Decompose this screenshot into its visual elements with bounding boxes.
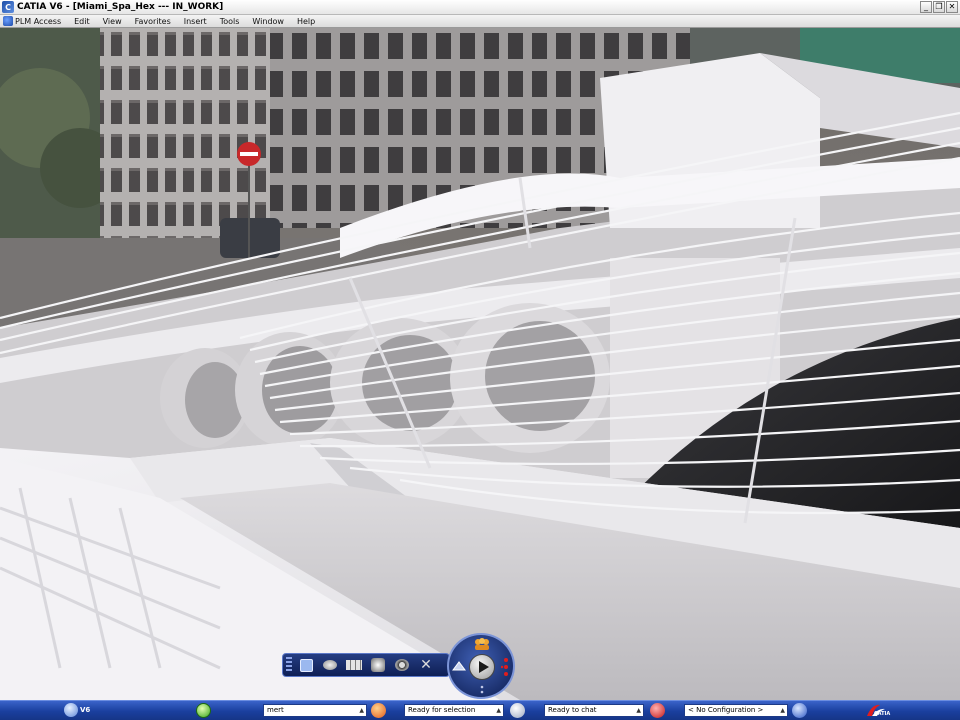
- chevron-up-icon[interactable]: ▲: [496, 705, 501, 716]
- chevron-up-icon[interactable]: ▲: [636, 705, 641, 716]
- help-icon[interactable]: [792, 703, 807, 718]
- menu-view[interactable]: View: [103, 17, 122, 26]
- v6-app-indicator[interactable]: V6: [64, 703, 90, 717]
- selection-status-text: Ready for selection: [408, 706, 476, 714]
- camera-button[interactable]: [393, 656, 411, 674]
- tools-icon[interactable]: ✕: [417, 656, 435, 674]
- navigation-compass[interactable]: [447, 633, 515, 699]
- selection-status-field[interactable]: Ready for selection ▲: [404, 704, 504, 717]
- play-button[interactable]: [469, 654, 495, 680]
- window-title-bar[interactable]: C CATIA V6 - [Miami_Spa_Hex --- IN_WORK]…: [0, 0, 960, 15]
- configuration-field[interactable]: < No Configuration > ▲: [684, 704, 788, 717]
- window-controls: _ ❐ ✕: [920, 1, 958, 13]
- v6-label: V6: [80, 706, 91, 714]
- multi-view-button[interactable]: [345, 656, 363, 674]
- rotate-view-button[interactable]: [321, 656, 339, 674]
- configuration-text: < No Configuration >: [688, 706, 764, 714]
- minimize-button[interactable]: _: [920, 1, 932, 13]
- chat-icon[interactable]: [650, 703, 665, 718]
- menu-plm-access[interactable]: PLM Access: [15, 17, 61, 26]
- dock-grip-handle[interactable]: [286, 657, 292, 673]
- rendered-scene: [0, 28, 960, 700]
- catia-logo-text: CATIA: [874, 711, 891, 717]
- v6-icon: [64, 703, 78, 717]
- power-input-icon[interactable]: [371, 703, 386, 718]
- shape-icon[interactable]: [452, 660, 466, 672]
- chevron-up-icon[interactable]: ▲: [780, 705, 785, 716]
- menu-bar: PLM Access Edit View Favorites Insert To…: [0, 15, 960, 28]
- render-settings-button[interactable]: [369, 656, 387, 674]
- menu-help[interactable]: Help: [297, 17, 315, 26]
- menu-window[interactable]: Window: [252, 17, 284, 26]
- catia-app-icon[interactable]: C: [2, 1, 14, 13]
- people-icon[interactable]: [473, 638, 491, 650]
- chat-status-field[interactable]: Ready to chat ▲: [544, 704, 644, 717]
- menu-tools[interactable]: Tools: [220, 17, 240, 26]
- new-document-button[interactable]: [297, 656, 315, 674]
- restore-button[interactable]: ❐: [933, 1, 945, 13]
- search-icon[interactable]: [510, 703, 525, 718]
- bottom-dock-toolbar: ✕: [282, 653, 450, 677]
- chevron-up-icon[interactable]: ▲: [359, 705, 364, 716]
- menu-favorites[interactable]: Favorites: [135, 17, 171, 26]
- 3d-viewport[interactable]: [0, 28, 960, 700]
- compass-orb-icon[interactable]: [196, 703, 211, 718]
- window-title: CATIA V6 - [Miami_Spa_Hex --- IN_WORK]: [17, 2, 224, 12]
- close-button[interactable]: ✕: [946, 1, 958, 13]
- chat-status-text: Ready to chat: [548, 706, 597, 714]
- menu-edit[interactable]: Edit: [74, 17, 90, 26]
- background-building-left: [100, 28, 270, 238]
- command-input[interactable]: mert ▲: [263, 704, 367, 717]
- status-taskbar: V6 mert ▲ Ready for selection ▲ Ready to…: [0, 700, 960, 720]
- menu-insert[interactable]: Insert: [184, 17, 207, 26]
- command-input-value: mert: [267, 706, 284, 714]
- compass-bottom-dots-icon[interactable]: [478, 685, 486, 695]
- more-options-icon[interactable]: [501, 657, 511, 677]
- document-menu-icon[interactable]: [3, 16, 13, 26]
